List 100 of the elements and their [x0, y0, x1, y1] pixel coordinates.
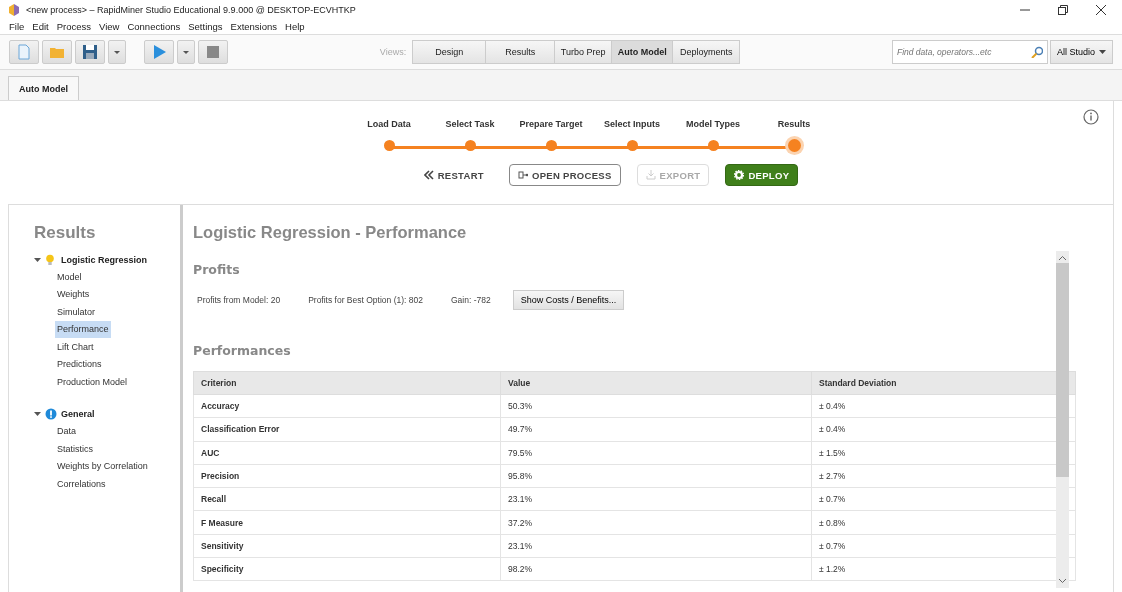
tree-item[interactable]: Simulator [55, 303, 97, 321]
page-title: Logistic Regression - Performance [193, 223, 468, 242]
menu-item[interactable]: Edit [32, 21, 49, 32]
caret-icon [183, 50, 189, 54]
info-icon [45, 408, 57, 420]
section-heading: Profits [193, 262, 241, 277]
tree-item[interactable]: Lift Chart [55, 338, 96, 356]
save-button[interactable] [75, 40, 105, 64]
expanded-caret-icon [34, 411, 41, 417]
step-label: Select Inputs [604, 119, 660, 130]
sidebar-title: Results [34, 223, 97, 243]
expanded-caret-icon [34, 256, 41, 263]
tree-item[interactable]: Production Model [55, 373, 130, 391]
table-cell: Accuracy [193, 394, 501, 418]
tree-item[interactable]: Data [55, 422, 78, 440]
table-cell: Precision [193, 464, 501, 488]
tree-group[interactable]: Logistic Regression [34, 252, 180, 267]
info-icon[interactable] [1083, 109, 1099, 125]
tree-item[interactable]: Statistics [55, 440, 95, 458]
new-process-button[interactable] [9, 40, 39, 64]
view-tab[interactable]: Design [412, 40, 487, 64]
table-cell: 95.8% [500, 464, 812, 488]
table-cell: 23.1% [500, 487, 812, 511]
lightbulb-icon [45, 253, 57, 266]
table-cell: 49.7% [500, 417, 812, 442]
action-button[interactable]: RESTART [414, 164, 493, 186]
search-field[interactable]: Find data, operators...etc [891, 40, 1048, 64]
step-dot[interactable] [464, 140, 476, 151]
action-button[interactable]: OPEN PROCESS [508, 164, 621, 186]
menu-item[interactable]: Settings [188, 21, 223, 32]
close-icon[interactable] [1096, 4, 1106, 15]
show-costs-button[interactable]: Show Costs / Benefits... [512, 290, 625, 310]
profit-value: Profits for Best Option (1): 802 [308, 295, 423, 305]
table-cell: Sensitivity [193, 534, 501, 558]
table-cell: 79.5% [500, 441, 812, 465]
scroll-up-icon[interactable] [1058, 255, 1067, 261]
tree-item[interactable]: Weights by Correlation [55, 457, 150, 475]
profit-value: Gain: -782 [450, 295, 491, 305]
column-header: Value [500, 371, 812, 395]
step-dot[interactable] [383, 140, 395, 151]
step-label: Results [777, 119, 811, 130]
download-icon [645, 170, 656, 180]
table-cell: 37.2% [500, 511, 812, 535]
tree-item[interactable]: Correlations [55, 475, 108, 493]
stop-button[interactable] [198, 40, 228, 64]
window-title: <new process> – RapidMiner Studio Educational 9.9.000 @ DESKTOP-ECVHTKP [26, 4, 356, 15]
views-label: Views: [379, 47, 407, 57]
step-label: Prepare Target [519, 119, 583, 130]
restore-icon[interactable] [1058, 4, 1068, 15]
tree-item[interactable]: Weights [55, 285, 92, 303]
view-tab[interactable]: Deployments [672, 40, 741, 64]
step-dot[interactable] [626, 140, 638, 151]
menu-item[interactable]: View [99, 21, 120, 32]
step-label: Select Task [445, 119, 495, 130]
scrollbar[interactable] [1056, 251, 1069, 588]
step-label: Load Data [367, 119, 411, 130]
scope-dropdown[interactable]: All Studio [1049, 40, 1113, 64]
step-dot[interactable] [707, 140, 719, 151]
step-dot[interactable] [787, 139, 801, 152]
process-icon [517, 170, 528, 180]
tree-item[interactable]: Predictions [55, 355, 104, 373]
table-cell: Recall [193, 487, 501, 511]
stop-icon [205, 44, 221, 60]
view-tab[interactable]: Turbo Prep [554, 40, 613, 64]
section-heading: Performances [193, 343, 292, 358]
menu-item[interactable]: Help [285, 21, 305, 32]
step-dot[interactable] [545, 140, 557, 151]
panel-tab[interactable]: Auto Model [8, 76, 79, 100]
table-cell: Classification Error [193, 417, 501, 442]
run-button[interactable] [144, 40, 174, 64]
tree-item[interactable]: Performance [55, 320, 111, 338]
action-button[interactable]: DEPLOY [725, 164, 799, 186]
run-menu-button[interactable] [177, 40, 195, 64]
scroll-down-icon[interactable] [1058, 578, 1067, 584]
table-cell: 50.3% [500, 394, 812, 418]
gear-icon [734, 170, 745, 180]
menu-item[interactable]: Extensions [230, 21, 278, 32]
tree-group[interactable]: General [34, 406, 180, 422]
search-icon [1030, 46, 1043, 58]
app-logo-icon [8, 2, 20, 17]
view-tab[interactable]: Results [485, 40, 556, 64]
menu-item[interactable]: File [9, 21, 25, 32]
save-menu-button[interactable] [108, 40, 126, 64]
caret-icon [1099, 50, 1106, 54]
double-chevron-icon [423, 170, 434, 180]
table-cell: F Measure [193, 511, 501, 535]
caret-icon [114, 50, 120, 54]
menu-item[interactable]: Connections [127, 21, 181, 32]
table-cell: 23.1% [500, 534, 812, 558]
scrollbar-thumb[interactable] [1056, 263, 1069, 477]
step-label: Model Types [686, 119, 740, 130]
table-cell: AUC [193, 441, 501, 465]
play-icon [151, 44, 167, 60]
table-cell: Specificity [193, 557, 501, 581]
tree-item[interactable]: Model [55, 268, 84, 286]
menu-item[interactable]: Process [56, 21, 91, 32]
view-tab[interactable]: Auto Model [611, 40, 674, 64]
profit-value: Profits from Model: 20 [197, 295, 281, 305]
document-icon [16, 44, 32, 60]
column-header: Criterion [193, 371, 501, 395]
